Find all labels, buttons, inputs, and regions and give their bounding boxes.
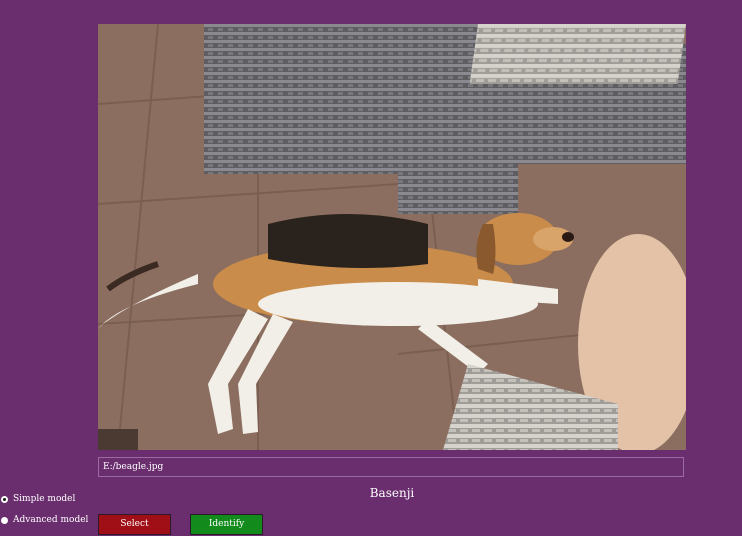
dog-photo	[98, 24, 686, 450]
prediction-label: Basenji	[369, 486, 415, 500]
radio-advanced-model[interactable]: Advanced model	[1, 513, 88, 527]
radio-label-advanced-model: Advanced model	[13, 515, 89, 525]
radio-label-simple-model: Simple model	[13, 494, 76, 504]
image-preview	[98, 24, 686, 450]
select-button[interactable]: Select	[98, 514, 171, 535]
file-path-field[interactable]: E:/beagle.jpg	[98, 457, 684, 477]
radio-simple-model[interactable]: Simple model	[1, 492, 75, 506]
radio-checked-icon[interactable]	[1, 495, 8, 503]
radio-unchecked-icon[interactable]	[1, 516, 8, 524]
identify-button[interactable]: Identify	[190, 514, 263, 535]
